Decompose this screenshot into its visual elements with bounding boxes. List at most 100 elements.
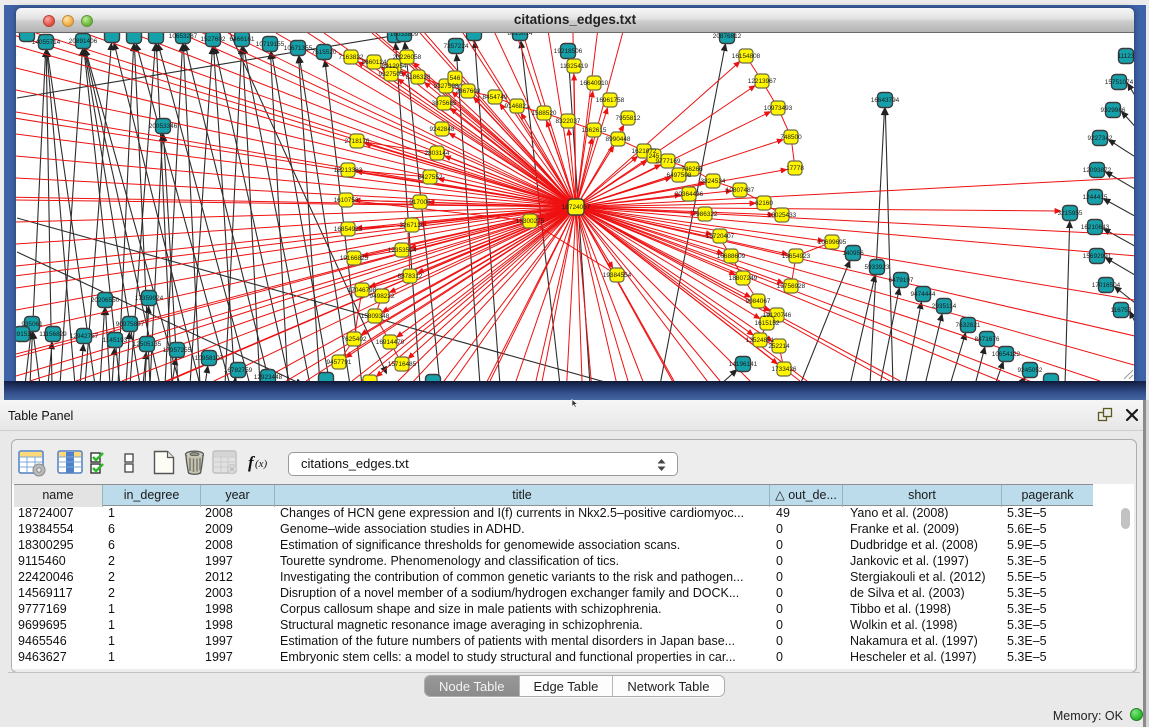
svg-text:9242848: 9242848 xyxy=(430,126,455,133)
svg-text:15300275: 15300275 xyxy=(516,218,545,225)
svg-text:7625402: 7625402 xyxy=(342,336,367,343)
svg-text:16961758: 16961758 xyxy=(596,97,625,104)
svg-text:19384554: 19384554 xyxy=(603,272,632,279)
svg-text:12942757: 12942757 xyxy=(70,333,99,340)
svg-text:15692991: 15692991 xyxy=(1083,253,1112,260)
svg-text:6479197: 6479197 xyxy=(889,277,914,284)
svg-text:1145193: 1145193 xyxy=(103,337,128,344)
svg-text:9146821: 9146821 xyxy=(505,103,530,110)
svg-text:10973493: 10973493 xyxy=(764,105,793,112)
svg-text:8878312: 8878312 xyxy=(398,273,423,280)
svg-text:12093872: 12093872 xyxy=(1083,167,1112,174)
svg-text:9084067: 9084067 xyxy=(746,298,771,305)
svg-text:3267130: 3267130 xyxy=(400,222,425,229)
svg-text:1615152: 1615152 xyxy=(755,320,780,327)
svg-text:12213967: 12213967 xyxy=(748,78,777,85)
svg-text:13756928: 13756928 xyxy=(777,283,806,290)
svg-text:252214: 252214 xyxy=(768,343,790,350)
svg-text:17778: 17778 xyxy=(786,165,804,172)
svg-text:20053346: 20053346 xyxy=(149,123,178,130)
svg-text:7357224: 7357224 xyxy=(444,43,469,50)
svg-text:62160: 62160 xyxy=(755,200,773,207)
svg-text:1527602: 1527602 xyxy=(201,36,226,43)
svg-text:2867608: 2867608 xyxy=(456,88,481,95)
svg-text:10719155: 10719155 xyxy=(256,41,285,48)
svg-text:10671355: 10671355 xyxy=(284,45,313,52)
svg-text:6497508: 6497508 xyxy=(667,172,692,179)
svg-text:7515520: 7515520 xyxy=(312,49,337,56)
svg-text:18807249: 18807249 xyxy=(729,275,758,282)
svg-text:9227342: 9227342 xyxy=(1088,135,1113,142)
svg-text:11156829: 11156829 xyxy=(39,331,67,338)
svg-text:15720407: 15720407 xyxy=(706,233,735,240)
svg-text:2803144: 2803144 xyxy=(425,150,450,157)
svg-text:1244415: 1244415 xyxy=(1083,194,1108,201)
svg-text:917006: 917006 xyxy=(409,199,431,206)
svg-text:1362615: 1362615 xyxy=(582,127,607,134)
svg-text:14055714: 14055714 xyxy=(32,39,61,46)
svg-text:6466161: 6466161 xyxy=(230,36,255,43)
svg-text:16033809: 16033809 xyxy=(390,33,419,38)
svg-text:15751074: 15751074 xyxy=(1105,79,1134,86)
svg-text:8186328: 8186328 xyxy=(406,74,431,81)
svg-text:10688609: 10688609 xyxy=(717,253,746,260)
svg-text:7986322: 7986322 xyxy=(693,211,718,218)
svg-text:10653287: 10653287 xyxy=(169,33,198,40)
svg-text:16154808: 16154808 xyxy=(732,53,761,60)
svg-text:8990448: 8990448 xyxy=(606,136,631,143)
svg-text:8454749: 8454749 xyxy=(483,94,508,101)
svg-text:7632621: 7632621 xyxy=(956,322,981,329)
svg-text:17359924: 17359924 xyxy=(135,295,164,302)
svg-text:8427552: 8427552 xyxy=(418,174,443,181)
svg-text:8813014: 8813014 xyxy=(508,33,533,37)
svg-text:8471676: 8471676 xyxy=(975,336,1000,343)
svg-text:3824534: 3824534 xyxy=(701,178,726,185)
svg-text:15809348: 15809348 xyxy=(361,313,390,320)
svg-text:10654122: 10654122 xyxy=(992,351,1021,358)
svg-text:16643794: 16643794 xyxy=(871,97,900,104)
svg-text:8912954: 8912954 xyxy=(382,63,407,70)
svg-text:9329966: 9329966 xyxy=(1101,107,1126,114)
svg-text:245: 245 xyxy=(649,153,660,160)
svg-text:140956: 140956 xyxy=(842,250,864,257)
svg-text:17016504: 17016504 xyxy=(1092,282,1121,289)
svg-text:10807487: 10807487 xyxy=(726,187,755,194)
svg-text:5933923: 5933923 xyxy=(865,264,890,271)
svg-text:16914479: 16914479 xyxy=(376,339,405,346)
svg-text:12923448: 12923448 xyxy=(254,374,283,381)
svg-text:1588520: 1588520 xyxy=(532,110,557,117)
svg-text:16640910: 16640910 xyxy=(580,80,609,87)
svg-text:16210643: 16210643 xyxy=(1081,224,1110,231)
svg-text:11123: 11123 xyxy=(1118,53,1134,60)
svg-text:20206550: 20206550 xyxy=(91,297,120,304)
svg-text:20876812: 20876812 xyxy=(713,33,742,40)
svg-text:7163822: 7163822 xyxy=(339,54,364,61)
svg-text:116753: 116753 xyxy=(1111,307,1132,314)
svg-text:2718176: 2718176 xyxy=(345,138,370,145)
svg-text:90975887: 90975887 xyxy=(116,321,145,328)
svg-text:19218506: 19218506 xyxy=(554,48,583,55)
svg-text:9245052: 9245052 xyxy=(1018,367,1043,374)
svg-text:(x): (x) xyxy=(255,458,268,470)
svg-text:12353594: 12353594 xyxy=(388,247,417,254)
svg-text:935061: 935061 xyxy=(21,321,43,328)
svg-text:1610753: 1610753 xyxy=(334,197,359,204)
svg-text:20891406: 20891406 xyxy=(69,38,98,45)
svg-text:9457791: 9457791 xyxy=(327,359,352,366)
svg-text:12213383: 12213383 xyxy=(334,167,363,174)
svg-text:546: 546 xyxy=(450,75,461,82)
svg-text:15716485: 15716485 xyxy=(388,361,417,368)
svg-text:1733426: 1733426 xyxy=(772,366,797,373)
svg-text:19166825: 19166825 xyxy=(340,255,369,262)
svg-text:9498222: 9498222 xyxy=(370,293,395,300)
svg-text:9777169: 9777169 xyxy=(656,158,681,165)
svg-text:9327505: 9327505 xyxy=(379,71,404,78)
svg-text:16782759: 16782759 xyxy=(224,367,253,374)
svg-text:12505135: 12505135 xyxy=(133,341,162,348)
svg-text:748500: 748500 xyxy=(780,134,802,141)
svg-text:39153: 39153 xyxy=(16,331,31,338)
svg-text:10958107: 10958107 xyxy=(195,355,224,362)
svg-text:16854923: 16854923 xyxy=(334,226,363,233)
svg-text:23226058: 23226058 xyxy=(393,54,422,61)
svg-text:8322037: 8322037 xyxy=(556,118,581,125)
